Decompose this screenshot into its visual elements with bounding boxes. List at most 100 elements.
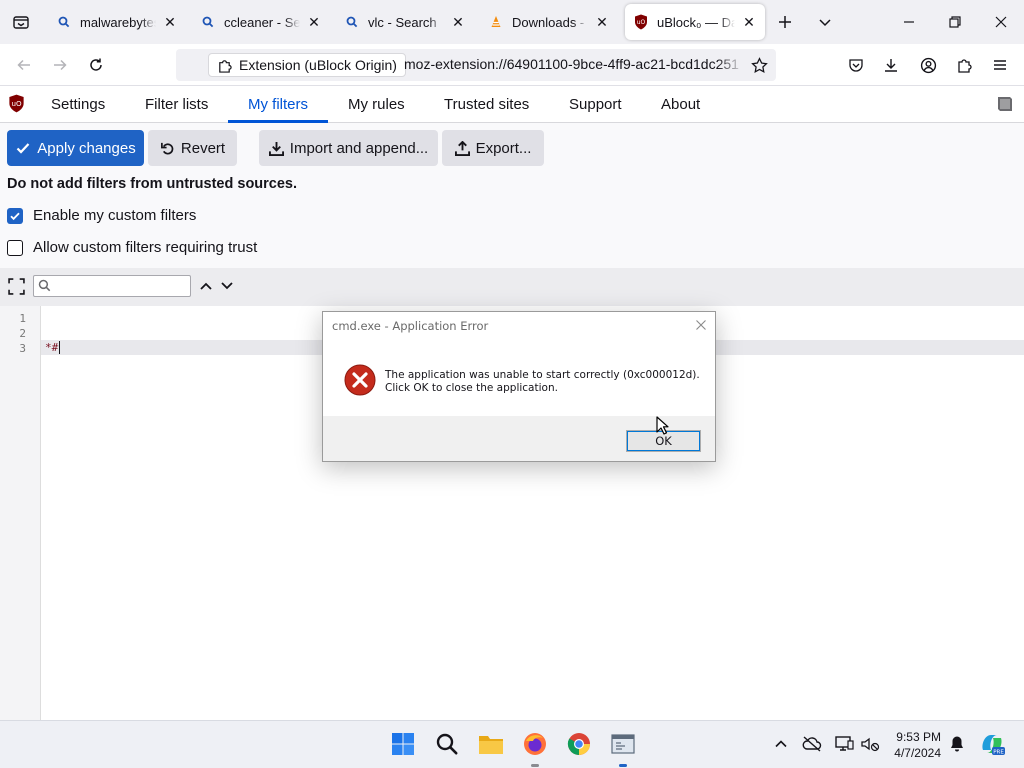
navigation-toolbar: Extension (uBlock Origin) moz-extension:… <box>0 44 1024 86</box>
tab-downloads[interactable]: Downloads - Videolan ✕ <box>480 4 618 40</box>
svg-text:PRE: PRE <box>993 750 1004 756</box>
find-previous-chevron-up-icon[interactable] <box>199 279 213 298</box>
search-icon[interactable] <box>432 729 462 759</box>
downloads-icon[interactable] <box>878 52 904 78</box>
tab-support[interactable]: Support <box>569 86 622 123</box>
onedrive-offline-icon[interactable] <box>797 729 827 759</box>
close-window-icon[interactable] <box>988 9 1014 35</box>
line-number: 3 <box>19 342 26 355</box>
close-icon[interactable]: ✕ <box>594 14 610 30</box>
hamburger-menu-icon[interactable] <box>987 52 1013 78</box>
dialog-message-line2: Click OK to close the application. <box>385 382 558 394</box>
checkmark-icon <box>17 143 30 154</box>
revert-label: Revert <box>180 139 226 157</box>
tab-filter-lists[interactable]: Filter lists <box>145 86 208 123</box>
tab-label: malwarebytes - <box>80 14 156 30</box>
forward-icon[interactable] <box>47 52 73 78</box>
error-icon <box>344 364 376 400</box>
dialog-message-line1: The application was unable to start corr… <box>385 369 700 381</box>
enable-custom-filters-row: Enable my custom filters <box>7 207 196 224</box>
upload-icon <box>454 140 470 156</box>
notification-bell-icon[interactable] <box>942 729 972 759</box>
reload-icon[interactable] <box>83 52 109 78</box>
start-windows-icon[interactable] <box>388 729 418 759</box>
chrome-icon[interactable] <box>564 729 594 759</box>
tab-settings[interactable]: Settings <box>51 86 105 123</box>
import-append-label: Import and append... <box>289 139 429 157</box>
close-icon[interactable]: ✕ <box>450 14 466 30</box>
apply-changes-button[interactable]: Apply changes <box>7 130 144 166</box>
tab-label: vlc - Search <box>368 14 437 30</box>
enable-custom-filters-label[interactable]: Enable my custom filters <box>33 207 196 224</box>
tab-strip: malwarebytes - ✕ ccleaner - Search ✕ vlc… <box>0 0 1024 44</box>
mouse-cursor-icon <box>656 416 669 441</box>
new-tab-icon[interactable] <box>772 9 798 35</box>
enable-custom-filters-checkbox[interactable] <box>7 207 23 224</box>
search-icon <box>56 14 72 30</box>
tab-label: ccleaner - Search <box>224 14 300 30</box>
tab-label: uBlock₀ — Dashboard <box>657 14 735 30</box>
tab-my-rules[interactable]: My rules <box>348 86 405 123</box>
allow-trust-checkbox[interactable] <box>7 239 23 256</box>
cmd-active-indicator <box>619 764 627 767</box>
close-icon[interactable]: ✕ <box>306 14 322 30</box>
url-bar[interactable]: Extension (uBlock Origin) moz-extension:… <box>176 49 776 81</box>
fullscreen-icon[interactable] <box>8 278 25 300</box>
ublock-logo-icon: uO <box>8 94 25 118</box>
tab-about[interactable]: About <box>661 86 700 123</box>
revert-button[interactable]: Revert <box>148 130 237 166</box>
ublock-shield-icon: uO <box>633 14 649 30</box>
search-icon <box>344 14 360 30</box>
tab-my-filters[interactable]: My filters <box>228 86 328 123</box>
volume-muted-icon[interactable] <box>855 729 885 759</box>
back-icon[interactable] <box>11 52 37 78</box>
extensions-icon[interactable] <box>951 52 977 78</box>
find-next-chevron-down-icon[interactable] <box>220 279 234 298</box>
restore-icon[interactable] <box>942 9 968 35</box>
dialog-title: cmd.exe - Application Error <box>332 319 489 333</box>
dialog-close-icon[interactable] <box>694 317 708 336</box>
tab-ublock-dashboard[interactable]: uO uBlock₀ — Dashboard ✕ <box>625 4 765 40</box>
allow-trust-label[interactable]: Allow custom filters requiring trust <box>33 239 257 256</box>
extension-puzzle-icon <box>217 58 232 76</box>
untrusted-sources-warning: Do not add filters from untrusted source… <box>7 176 298 192</box>
clock-date[interactable]: 4/7/2024 <box>885 746 941 760</box>
tab-malwarebytes[interactable]: malwarebytes - ✕ <box>48 4 186 40</box>
editor-search-input[interactable] <box>33 275 191 297</box>
tab-vlc[interactable]: vlc - Search ✕ <box>336 4 474 40</box>
tab-ccleaner[interactable]: ccleaner - Search ✕ <box>192 4 330 40</box>
export-label: Export... <box>475 139 532 157</box>
clock-time[interactable]: 9:53 PM <box>895 730 941 744</box>
svg-text:uO: uO <box>637 19 646 26</box>
line-number-gutter: 1 2 3 <box>0 306 41 720</box>
windows-taskbar: 9:53 PM 4/7/2024 PRE <box>0 720 1024 768</box>
list-all-tabs-icon[interactable] <box>812 9 838 35</box>
line-number: 1 <box>19 312 26 325</box>
account-icon[interactable] <box>915 52 941 78</box>
search-icon <box>200 14 216 30</box>
search-icon <box>38 279 51 297</box>
url-text[interactable]: moz-extension://64901100-9bce-4ff9-ac21-… <box>404 56 744 72</box>
import-append-button[interactable]: Import and append... <box>259 130 438 166</box>
tab-trusted-sites[interactable]: Trusted sites <box>444 86 529 123</box>
tab-overview-icon[interactable] <box>8 9 34 35</box>
pocket-icon[interactable] <box>843 52 869 78</box>
close-icon[interactable]: ✕ <box>162 14 178 30</box>
download-icon <box>268 141 284 156</box>
undo-icon <box>160 142 174 154</box>
svg-text:uO: uO <box>11 99 22 108</box>
tab-label: Downloads - Videolan <box>512 14 588 30</box>
firefox-icon[interactable] <box>520 729 550 759</box>
copilot-icon[interactable]: PRE <box>977 729 1007 759</box>
close-icon[interactable]: ✕ <box>741 14 757 30</box>
identity-box[interactable]: Extension (uBlock Origin) <box>208 53 406 77</box>
bookmark-star-icon[interactable] <box>746 52 772 78</box>
export-button[interactable]: Export... <box>442 130 544 166</box>
file-explorer-icon[interactable] <box>476 729 506 759</box>
show-hidden-icons-chevron-up-icon[interactable] <box>766 729 796 759</box>
book-icon[interactable] <box>995 95 1015 118</box>
editor-toolbar <box>0 268 1024 306</box>
cmd-window-icon[interactable] <box>608 729 638 759</box>
ublock-dashboard-nav: uO Settings Filter lists My filters My r… <box>0 86 1024 123</box>
minimize-icon[interactable] <box>896 9 922 35</box>
